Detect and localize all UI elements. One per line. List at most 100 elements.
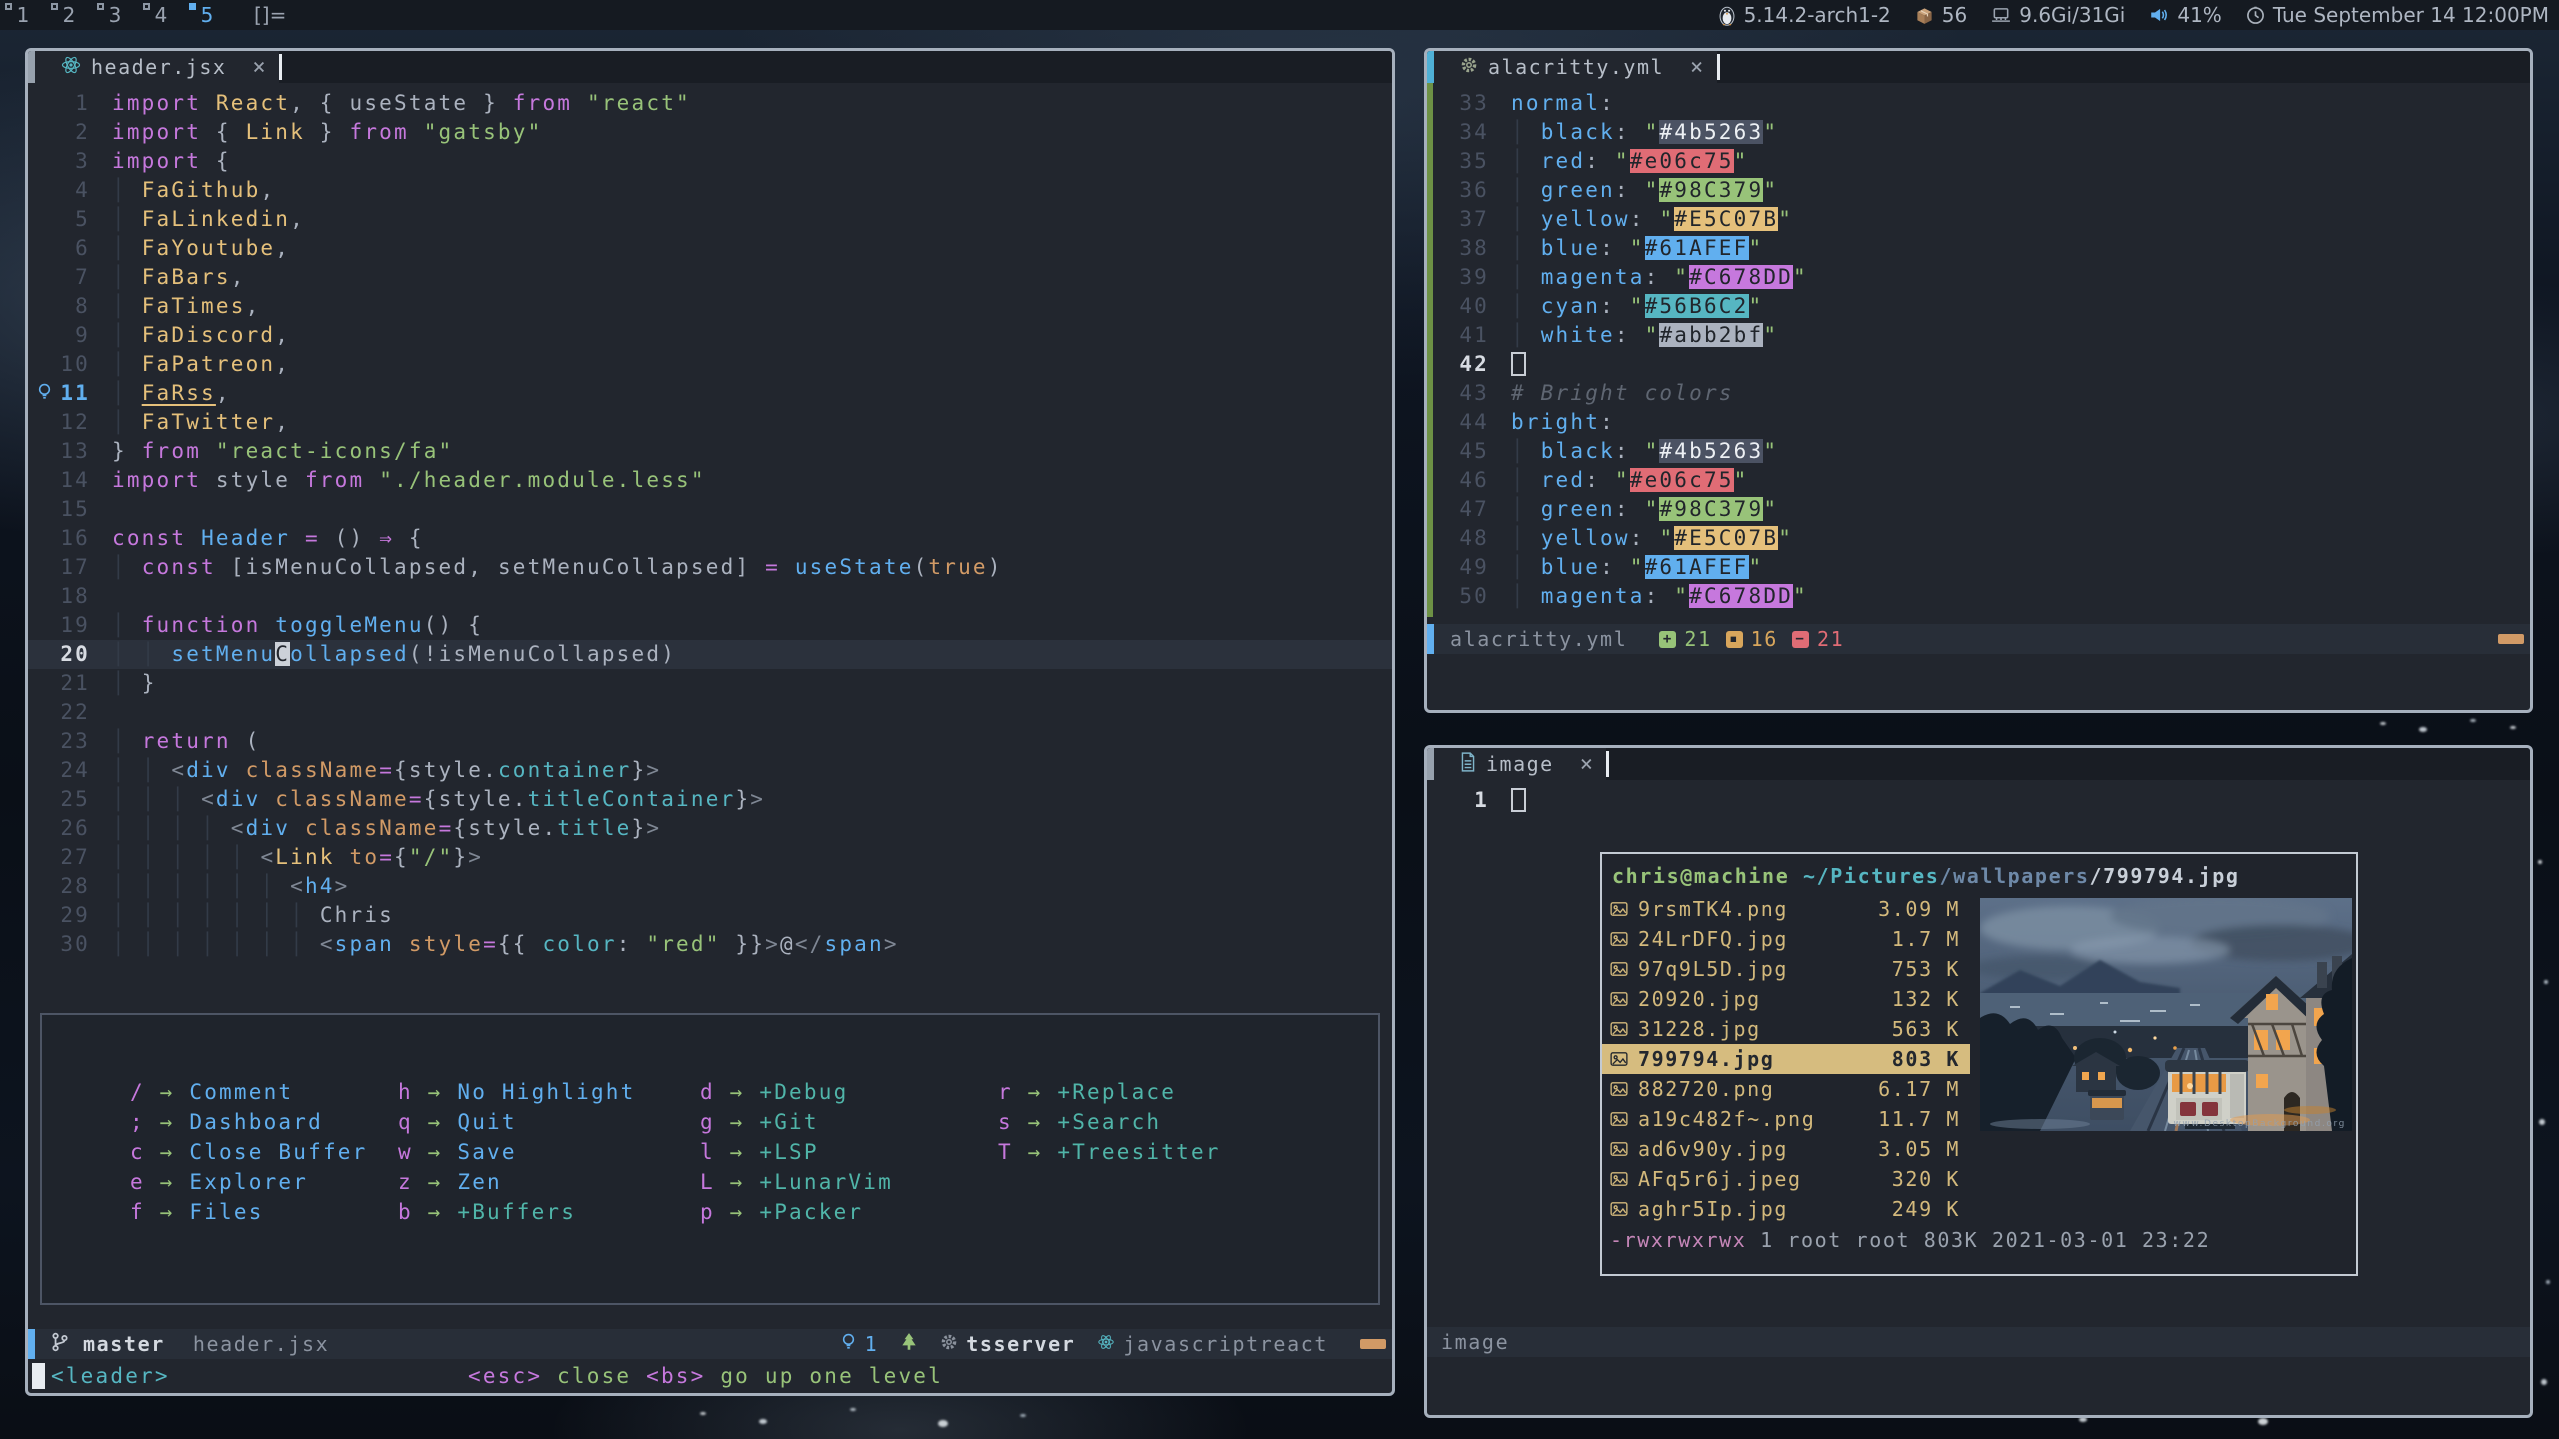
line-number: 8 [28, 292, 112, 321]
code-line-25[interactable]: 25│ │ │ <div className={style.titleConta… [28, 785, 1392, 814]
which-key-item-b[interactable]: b → +Buffers [398, 1197, 636, 1227]
workspace-4[interactable]: 4 [138, 0, 184, 30]
code-line-27[interactable]: 27│ │ │ │ │ <Link to={"/"}> [28, 843, 1392, 872]
code-line-7[interactable]: 7│ FaBars, [28, 263, 1392, 292]
code-line-45[interactable]: 45│ black: "#4b5263" [1427, 437, 2530, 466]
code-line-37[interactable]: 37│ yellow: "#E5C07B" [1427, 205, 2530, 234]
code-line-39[interactable]: 39│ magenta: "#C678DD" [1427, 263, 2530, 292]
tab-header-jsx[interactable]: header.jsx × [35, 51, 279, 83]
code-line-28[interactable]: 28│ │ │ │ │ │ <h4> [28, 872, 1392, 901]
buffer-area-image[interactable]: 1 chris@machine ~/Pictures/wallpapers/79… [1427, 780, 2530, 1327]
code-text: │ FaRss, [112, 379, 231, 408]
which-key-item-f[interactable]: f → Files [130, 1197, 368, 1227]
code-text: │ black: "#4b5263" [1511, 437, 1778, 466]
code-line-46[interactable]: 46│ red: "#e06c75" [1427, 466, 2530, 495]
code-line-40[interactable]: 40│ cyan: "#56B6C2" [1427, 292, 2530, 321]
which-key-item-z[interactable]: z → Zen [398, 1167, 636, 1197]
code-line-5[interactable]: 5│ FaLinkedin, [28, 205, 1392, 234]
code-line-16[interactable]: 16const Header = () ⇒ { [28, 524, 1392, 553]
code-line-1[interactable]: 1import React, { useState } from "react" [28, 89, 1392, 118]
code-line-29[interactable]: 29│ │ │ │ │ │ │ Chris [28, 901, 1392, 930]
code-line-12[interactable]: 12│ FaTwitter, [28, 408, 1392, 437]
code-line-34[interactable]: 34│ black: "#4b5263" [1427, 118, 2530, 147]
tab-alacritty-yml[interactable]: alacritty.yml × [1434, 51, 1717, 83]
workspace-2[interactable]: 2 [46, 0, 92, 30]
which-key-item-w[interactable]: w → Save [398, 1137, 636, 1167]
file-row[interactable]: 97q9L5D.jpg753 K [1602, 954, 1970, 984]
code-line-17[interactable]: 17│ const [isMenuCollapsed, setMenuColla… [28, 553, 1392, 582]
code-line-15[interactable]: 15 [28, 495, 1392, 524]
code-line-6[interactable]: 6│ FaYoutube, [28, 234, 1392, 263]
code-line-13[interactable]: 13} from "react-icons/fa" [28, 437, 1392, 466]
code-line-23[interactable]: 23│ return ( [28, 727, 1392, 756]
code-line-35[interactable]: 35│ red: "#e06c75" [1427, 147, 2530, 176]
which-key-item-T[interactable]: T → +Treesitter [998, 1137, 1221, 1167]
file-row[interactable]: 24LrDFQ.jpg1.7 M [1602, 924, 1970, 954]
file-row[interactable]: a19c482f~.png11.7 M [1602, 1104, 1970, 1134]
code-area-alacritty-yml[interactable]: 33normal:34│ black: "#4b5263"35│ red: "#… [1427, 83, 2530, 624]
code-line-49[interactable]: 49│ blue: "#61AFEF" [1427, 553, 2530, 582]
code-line-48[interactable]: 48│ yellow: "#E5C07B" [1427, 524, 2530, 553]
code-line-26[interactable]: 26│ │ │ │ <div className={style.title}> [28, 814, 1392, 843]
code-line-24[interactable]: 24│ │ <div className={style.container}> [28, 756, 1392, 785]
which-key-item-l[interactable]: l → +LSP [700, 1137, 893, 1167]
file-row[interactable]: 20920.jpg132 K [1602, 984, 1970, 1014]
terminal-window-image: image × 1 chris@machine ~/Pictures/wallp… [1424, 745, 2533, 1418]
workspace-1[interactable]: 1 [0, 0, 46, 30]
which-key-item-r[interactable]: r → +Replace [998, 1077, 1221, 1107]
code-line-19[interactable]: 19│ function toggleMenu() { [28, 611, 1392, 640]
code-line-14[interactable]: 14import style from "./header.module.les… [28, 466, 1392, 495]
code-line-9[interactable]: 9│ FaDiscord, [28, 321, 1392, 350]
code-line-20[interactable]: 20│ │ setMenuCollapsed(!isMenuCollapsed) [28, 640, 1392, 669]
which-key-item-;[interactable]: ; → Dashboard [130, 1107, 368, 1137]
code-text: │ blue: "#61AFEF" [1511, 234, 1763, 263]
file-row[interactable]: aghr5Ip.jpg249 K [1602, 1194, 1970, 1224]
code-line-4[interactable]: 4│ FaGithub, [28, 176, 1392, 205]
code-line-41[interactable]: 41│ white: "#abb2bf" [1427, 321, 2530, 350]
which-key-item-q[interactable]: q → Quit [398, 1107, 636, 1137]
code-area-header-jsx[interactable]: 1import React, { useState } from "react"… [28, 83, 1392, 1013]
file-row[interactable]: 31228.jpg563 K [1602, 1014, 1970, 1044]
which-key-item-p[interactable]: p → +Packer [700, 1197, 893, 1227]
which-key-item-/[interactable]: / → Comment [130, 1077, 368, 1107]
workspace-3[interactable]: 3 [92, 0, 138, 30]
code-line-3[interactable]: 3import { [28, 147, 1392, 176]
code-line-47[interactable]: 47│ green: "#98C379" [1427, 495, 2530, 524]
code-line-30[interactable]: 30│ │ │ │ │ │ │ <span style={{ color: "r… [28, 930, 1392, 959]
code-line-2[interactable]: 2import { Link } from "gatsby" [28, 118, 1392, 147]
code-line-42[interactable]: 42 [1427, 350, 2530, 379]
code-line-8[interactable]: 8│ FaTimes, [28, 292, 1392, 321]
file-row[interactable]: AFq5r6j.jpeg320 K [1602, 1164, 1970, 1194]
code-line-21[interactable]: 21│ } [28, 669, 1392, 698]
which-key-item-g[interactable]: g → +Git [700, 1107, 893, 1137]
file-row[interactable]: 882720.png6.17 M [1602, 1074, 1970, 1104]
which-key-item-c[interactable]: c → Close Buffer [130, 1137, 368, 1167]
code-line-38[interactable]: 38│ blue: "#61AFEF" [1427, 234, 2530, 263]
which-key-item-L[interactable]: L → +LunarVim [700, 1167, 893, 1197]
code-line-36[interactable]: 36│ green: "#98C379" [1427, 176, 2530, 205]
command-line[interactable]: <leader> <esc> close <bs> go up one leve… [28, 1359, 1392, 1393]
code-line-10[interactable]: 10│ FaPatreon, [28, 350, 1392, 379]
code-line-11[interactable]: 11│ FaRss, [28, 379, 1392, 408]
code-line-33[interactable]: 33normal: [1427, 89, 2530, 118]
tabline-caret [1606, 751, 1609, 777]
code-line-22[interactable]: 22 [28, 698, 1392, 727]
tab-image[interactable]: image × [1434, 748, 1606, 780]
code-line-50[interactable]: 50│ magenta: "#C678DD" [1427, 582, 2530, 611]
which-key-item-h[interactable]: h → No Highlight [398, 1077, 636, 1107]
close-icon[interactable]: × [1690, 55, 1705, 80]
code-line-43[interactable]: 43# Bright colors [1427, 379, 2530, 408]
which-key-item-e[interactable]: e → Explorer [130, 1167, 368, 1197]
close-icon[interactable]: × [252, 55, 267, 80]
file-row-selected[interactable]: 799794.jpg803 K [1602, 1044, 1970, 1074]
which-key-item-d[interactable]: d → +Debug [700, 1077, 893, 1107]
close-icon[interactable]: × [1580, 752, 1595, 777]
layout-symbol[interactable]: []= [254, 3, 286, 27]
code-line-18[interactable]: 18 [28, 582, 1392, 611]
code-line-44[interactable]: 44bright: [1427, 408, 2530, 437]
file-row[interactable]: ad6v90y.jpg3.05 M [1602, 1134, 1970, 1164]
workspace-5[interactable]: 5 [184, 0, 230, 30]
file-name: 799794.jpg [1638, 1045, 1860, 1074]
which-key-item-s[interactable]: s → +Search [998, 1107, 1221, 1137]
file-row[interactable]: 9rsmTK4.png3.09 M [1602, 894, 1970, 924]
